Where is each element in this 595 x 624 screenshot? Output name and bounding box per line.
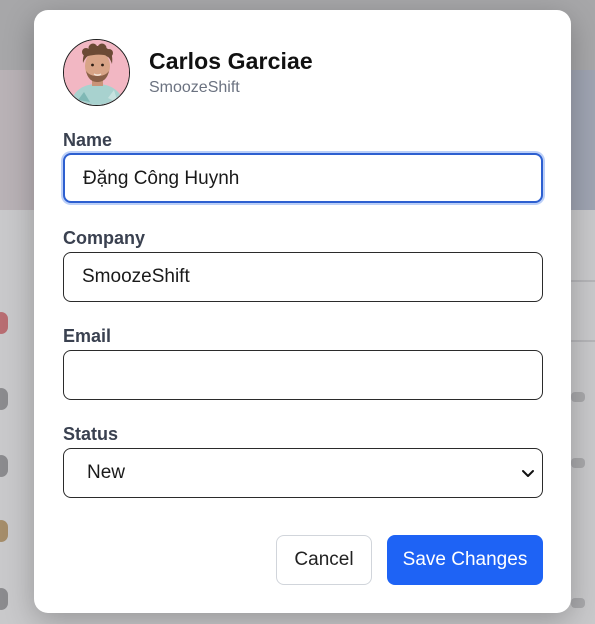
background-divider [571,340,595,342]
email-input[interactable] [63,350,543,400]
name-label: Name [63,130,113,150]
background-row-marker [571,392,585,402]
edit-contact-modal: Carlos Garciae SmoozeShift Name Đặng Côn… [34,10,571,613]
chevron-down-icon [522,470,534,477]
contact-avatar [63,39,130,106]
company-input[interactable]: SmoozeShift [63,252,543,302]
background-row-marker [571,458,585,468]
background-avatar-dot [0,588,8,610]
email-label: Email [63,326,112,346]
background-avatar-dot [0,388,8,410]
contact-company-subtitle: SmoozeShift [149,79,240,96]
status-selected-value: New [87,462,126,483]
status-select[interactable]: New [63,448,543,498]
contact-name-heading: Carlos Garciae [149,48,313,74]
user-avatar-photo [64,40,129,105]
cancel-button[interactable]: Cancel [276,535,372,585]
name-input[interactable]: Đặng Công Huynh [63,153,543,203]
background-avatar-dot [0,312,8,334]
background-avatar-dot [0,520,8,542]
background-divider [571,280,595,282]
save-changes-button[interactable]: Save Changes [387,535,543,585]
company-label: Company [63,228,146,248]
background-avatar-dot [0,455,8,477]
background-row-marker [571,598,585,608]
status-label: Status [63,424,119,444]
